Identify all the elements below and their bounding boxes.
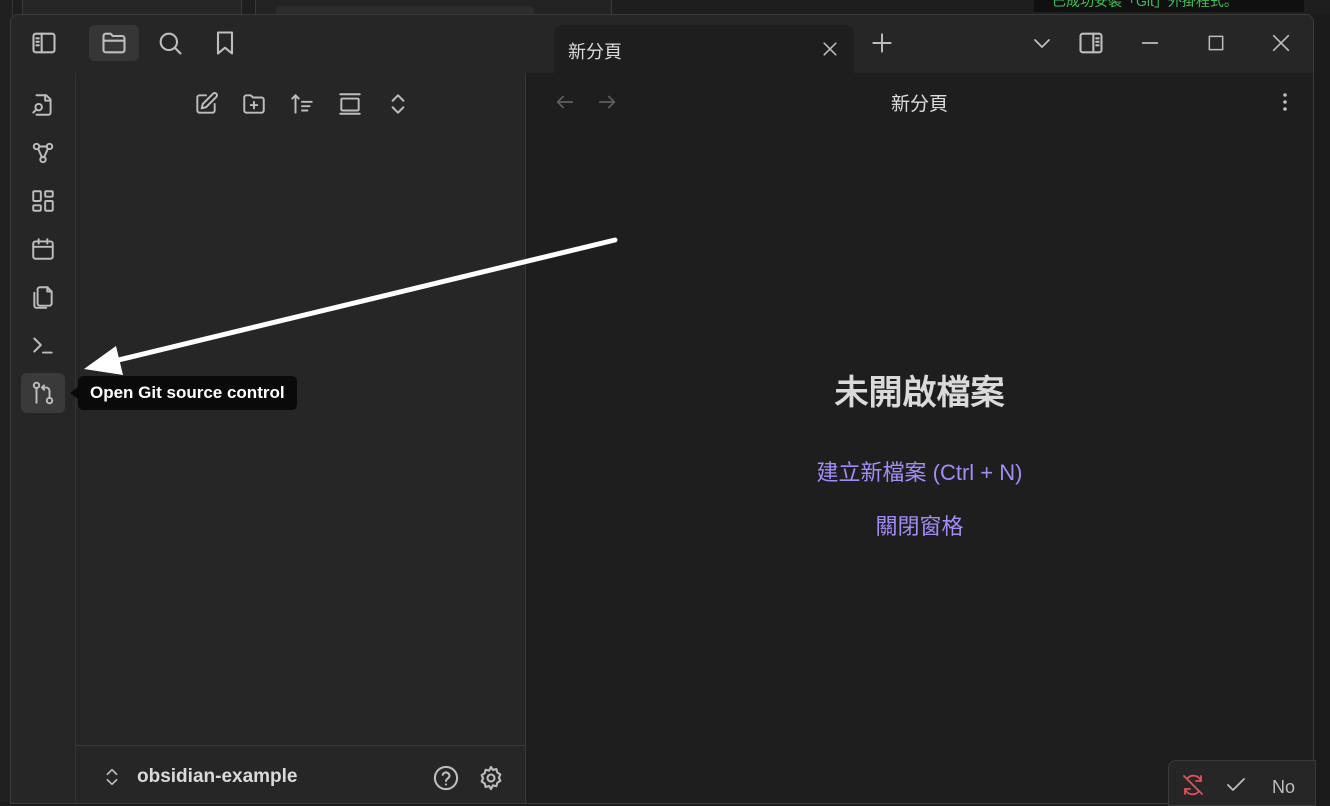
bookmark-icon	[216, 31, 234, 55]
close-window-button[interactable]	[1256, 25, 1306, 61]
sort-icon	[291, 94, 313, 114]
templates-icon	[33, 286, 53, 309]
create-new-file-link[interactable]: 建立新檔案 (Ctrl + N)	[526, 455, 1313, 487]
close-window-icon	[1272, 34, 1290, 52]
new-note-button[interactable]	[191, 89, 221, 119]
toggle-left-sidebar-button[interactable]	[19, 25, 69, 61]
tab-new-tab[interactable]: 新分頁	[554, 25, 854, 73]
new-folder-button[interactable]	[239, 89, 269, 119]
git-source-control-icon	[32, 381, 54, 405]
open-quick-switcher-button[interactable]	[21, 85, 65, 125]
settings-icon[interactable]	[477, 764, 505, 792]
editor-pane: 新分頁 未開啟檔案 建立新檔案 (Ctrl + N) 關閉窗格	[526, 73, 1313, 803]
close-icon[interactable]	[820, 39, 840, 59]
new-folder-icon	[243, 94, 265, 114]
notification-text: 已成功安裝「Git」外掛程式。	[1052, 0, 1238, 9]
sidebar-toggle-icon	[32, 32, 56, 54]
search-icon	[159, 32, 182, 55]
tooltip-pointer	[70, 387, 78, 399]
new-note-icon	[196, 92, 218, 114]
maximize-button[interactable]	[1191, 25, 1241, 61]
close-pane-link[interactable]: 關閉窗格	[526, 509, 1313, 541]
status-text: No	[1272, 777, 1296, 797]
plus-icon	[872, 33, 892, 53]
empty-state-title: 未開啟檔案	[834, 374, 1005, 412]
right-sidebar-icon	[1079, 32, 1103, 54]
more-options-icon[interactable]	[1273, 90, 1297, 114]
switcher-icon	[32, 94, 52, 116]
help-icon[interactable]	[432, 764, 460, 792]
calendar-icon	[32, 238, 54, 260]
bookmarks-tab-button[interactable]	[200, 25, 250, 61]
files-tab-button[interactable]	[89, 25, 139, 61]
open-git-source-control-button[interactable]	[21, 373, 65, 413]
expand-icon	[391, 94, 405, 114]
insert-template-button[interactable]	[21, 277, 65, 317]
tooltip: Open Git source control	[78, 376, 297, 410]
sync-disabled-icon[interactable]	[1181, 773, 1205, 797]
maximize-icon	[1208, 35, 1224, 51]
new-tab-button[interactable]	[857, 25, 907, 61]
tab-label: 新分頁	[568, 42, 622, 62]
open-canvas-button[interactable]	[21, 181, 65, 221]
status-bar: No	[1168, 760, 1316, 806]
tab-list-button[interactable]	[1017, 25, 1067, 61]
toggle-right-sidebar-button[interactable]	[1066, 25, 1116, 61]
chevron-down-icon	[1034, 39, 1050, 48]
canvas-icon	[32, 190, 54, 212]
view-header-title: 新分頁	[890, 94, 948, 115]
vault-switcher-bar: obsidian-example	[76, 745, 525, 803]
change-sort-order-button[interactable]	[287, 89, 317, 119]
minimize-button[interactable]	[1125, 25, 1175, 61]
check-icon[interactable]	[1224, 773, 1248, 797]
open-command-palette-button[interactable]	[21, 325, 65, 365]
background-pane	[22, 0, 242, 14]
search-tab-button[interactable]	[145, 25, 195, 61]
open-daily-note-button[interactable]	[21, 229, 65, 269]
auto-reveal-button[interactable]	[335, 89, 365, 119]
install-notification: 已成功安裝「Git」外掛程式。	[1034, 0, 1304, 12]
vault-switch-icon[interactable]	[101, 766, 123, 788]
left-ribbon	[11, 73, 76, 803]
expand-all-button[interactable]	[383, 89, 413, 119]
minimize-icon	[1141, 42, 1159, 44]
vault-name[interactable]: obsidian-example	[137, 766, 298, 788]
open-graph-view-button[interactable]	[21, 133, 65, 173]
graph-icon	[32, 142, 54, 164]
collapse-icon	[339, 93, 361, 115]
title-bar: 新分頁	[11, 15, 1313, 73]
file-explorer-pane: obsidian-example	[76, 73, 526, 803]
folder-icon	[102, 32, 126, 54]
terminal-icon	[33, 337, 53, 354]
